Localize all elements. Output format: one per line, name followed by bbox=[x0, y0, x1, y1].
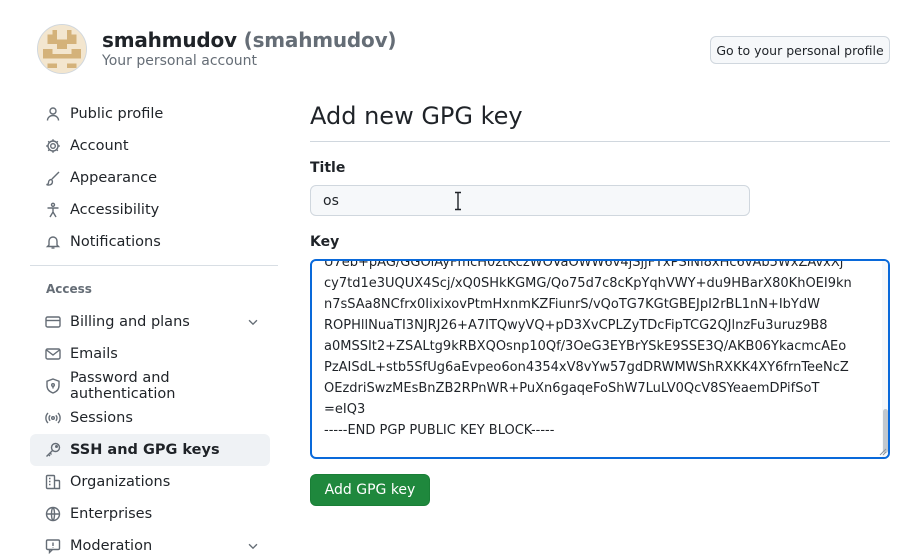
title-divider bbox=[310, 141, 890, 142]
person-icon bbox=[46, 107, 60, 121]
sidebar-section-access: Access bbox=[46, 282, 92, 296]
sidebar-item-label: Notifications bbox=[70, 234, 161, 250]
account-name: smahmudov (smahmudov) bbox=[102, 28, 397, 52]
gear-icon bbox=[46, 139, 60, 153]
title-label: Title bbox=[310, 160, 346, 176]
report-icon bbox=[45, 539, 61, 554]
sidebar-item-notifications[interactable]: Notifications bbox=[30, 226, 270, 258]
sidebar-item-sessions[interactable]: Sessions bbox=[30, 402, 270, 434]
display-name: smahmudov bbox=[102, 28, 237, 52]
mail-icon bbox=[45, 348, 61, 360]
sidebar-item-label: Appearance bbox=[70, 170, 158, 186]
key-line: PzAISdL+stb5SfUg6aEvpeo6on4354xV8vYw57gd… bbox=[324, 360, 849, 375]
key-line: OEzdriSwzMEsBnZB2RPnWR+PuXn6gaqeFoShW7Lu… bbox=[324, 381, 820, 396]
sidebar-item-label: Password and authentication bbox=[70, 370, 176, 402]
account-subtitle: Your personal account bbox=[102, 53, 258, 69]
sidebar-item-password-auth[interactable]: Password and authentication bbox=[30, 370, 270, 402]
sidebar-item-public-profile[interactable]: Public profile bbox=[30, 98, 270, 130]
credit-card-icon bbox=[45, 316, 61, 328]
avatar[interactable] bbox=[37, 24, 87, 74]
sidebar-item-emails[interactable]: Emails bbox=[30, 338, 270, 370]
sidebar-item-label: Billing and plans bbox=[70, 314, 190, 330]
sidebar-item-label: Public profile bbox=[70, 106, 164, 122]
sidebar-item-ssh-gpg-keys[interactable]: SSH and GPG keys bbox=[30, 434, 270, 466]
bell-icon bbox=[45, 236, 61, 249]
resize-handle-icon[interactable] bbox=[877, 446, 887, 456]
key-icon bbox=[46, 442, 61, 457]
sidebar-item-moderation[interactable]: Moderation bbox=[30, 530, 270, 557]
paintbrush-icon bbox=[46, 171, 60, 186]
key-line: =eIQ3 bbox=[324, 402, 366, 417]
key-content: U7eb+pAG/GGOlAyFmcH0ztKczWOVaOWW6v4jSjjF… bbox=[324, 259, 852, 441]
organization-icon bbox=[45, 474, 61, 490]
sidebar-item-appearance[interactable]: Appearance bbox=[30, 162, 270, 194]
shield-lock-icon bbox=[46, 378, 60, 394]
key-label: Key bbox=[310, 234, 340, 250]
sidebar-item-label: Organizations bbox=[70, 474, 171, 490]
sidebar-item-label: SSH and GPG keys bbox=[70, 442, 220, 458]
globe-icon bbox=[45, 506, 61, 522]
key-line: -----END PGP PUBLIC KEY BLOCK----- bbox=[324, 423, 555, 438]
key-line: a0MSSIt2+ZSALtg9kRBXQOsnp10Qf/3OeG3EYBrY… bbox=[324, 339, 847, 354]
page-title: Add new GPG key bbox=[310, 102, 523, 130]
go-to-profile-button[interactable]: Go to your personal profile bbox=[710, 36, 890, 64]
sidebar-item-label: Account bbox=[70, 138, 129, 154]
sidebar-divider bbox=[30, 265, 278, 266]
chevron-down-icon bbox=[248, 543, 258, 550]
sidebar-item-label: Enterprises bbox=[70, 506, 153, 522]
sidebar-item-billing[interactable]: Billing and plans bbox=[30, 306, 270, 338]
key-line: cy7td1e3UQUX4Scj/xQ0SHkKGMG/Qo75d7c8cKpY… bbox=[324, 276, 852, 291]
key-line: ROPHllNuaTI3NJRJ26+A7ITQwyVQ+pD3XvCPLZyT… bbox=[324, 318, 828, 333]
text-cursor-icon bbox=[455, 191, 461, 211]
user-handle: (smahmudov) bbox=[243, 28, 397, 52]
title-input[interactable] bbox=[310, 185, 750, 216]
sidebar-item-label: Sessions bbox=[70, 410, 133, 426]
key-line: U7eb+pAG/GGOlAyFmcH0ztKczWOVaOWW6v4jSjjF… bbox=[324, 259, 844, 270]
key-textarea[interactable]: U7eb+pAG/GGOlAyFmcH0ztKczWOVaOWW6v4jSjjF… bbox=[310, 259, 890, 459]
sidebar-item-label: Accessibility bbox=[70, 202, 160, 218]
chevron-down-icon bbox=[248, 319, 258, 326]
add-gpg-key-button[interactable]: Add GPG key bbox=[310, 474, 430, 506]
key-line: n7sSAa8NCfrx0IixixovPtmHxnmKZFiunrS/vQoT… bbox=[324, 297, 820, 312]
sidebar-item-account[interactable]: Account bbox=[30, 130, 270, 162]
sidebar-item-label: Emails bbox=[70, 346, 118, 362]
sidebar-item-organizations[interactable]: Organizations bbox=[30, 466, 270, 498]
sidebar-item-enterprises[interactable]: Enterprises bbox=[30, 498, 270, 530]
accessibility-icon bbox=[47, 202, 59, 218]
sidebar-item-label: Moderation bbox=[70, 538, 153, 554]
broadcast-icon bbox=[45, 412, 61, 424]
sidebar-item-accessibility[interactable]: Accessibility bbox=[30, 194, 270, 226]
